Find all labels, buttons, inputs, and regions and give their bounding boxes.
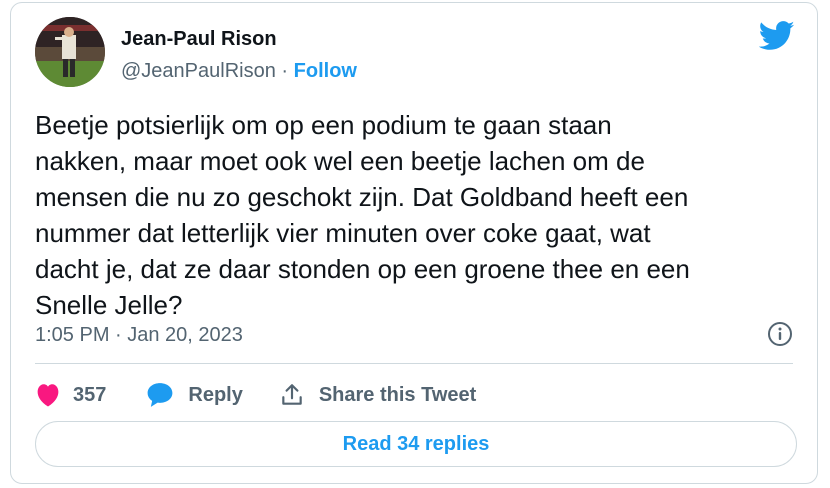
avatar[interactable] (35, 17, 105, 87)
tweet-timestamp[interactable]: 1:05 PM · Jan 20, 2023 (35, 323, 243, 347)
handle-separator: · (281, 60, 289, 82)
like-count: 357 (73, 383, 107, 406)
like-button[interactable]: 357 (35, 383, 106, 407)
share-label: Share this Tweet (318, 383, 477, 406)
author-handle[interactable]: @JeanPaulRison (121, 60, 276, 82)
reply-label: Reply (188, 383, 243, 406)
twitter-bird-icon[interactable] (758, 21, 795, 51)
heart-icon (35, 383, 61, 407)
read-replies-button[interactable]: Read 34 replies (35, 421, 797, 467)
tweet-text: Beetje potsierlijk om op een podium te g… (35, 110, 690, 320)
divider (35, 363, 793, 364)
avatar-photo (35, 17, 105, 87)
share-button[interactable]: Share this Tweet (279, 382, 476, 408)
reply-button[interactable]: Reply (146, 382, 243, 408)
follow-link[interactable]: Follow (294, 60, 357, 82)
info-icon[interactable] (767, 321, 793, 347)
tweet-card: Jean-Paul Rison @JeanPaulRison · Follow … (10, 2, 818, 484)
action-bar: 357 Reply Share this Tweet (35, 375, 476, 415)
speech-bubble-icon (146, 382, 174, 408)
author-name[interactable]: Jean-Paul Rison (121, 27, 277, 51)
author-handle-row: @JeanPaulRison · Follow (121, 59, 357, 83)
share-upload-icon (279, 382, 305, 408)
